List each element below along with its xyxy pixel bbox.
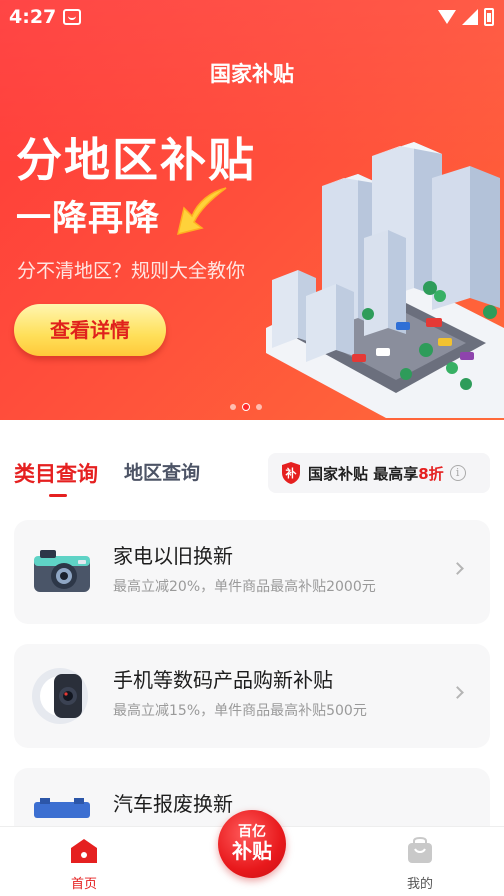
- tab-region-query[interactable]: 地区查询: [124, 458, 200, 485]
- car-icon: [34, 798, 90, 818]
- badge-discount: 8折: [418, 464, 444, 483]
- active-tab-indicator: [49, 494, 67, 497]
- chevron-right-icon: [451, 686, 464, 699]
- nav-mine-label: 我的: [406, 877, 433, 892]
- carousel-dot[interactable]: [256, 404, 262, 410]
- page-title: 国家补贴: [210, 62, 294, 86]
- card-subtitle: 最高立减20%，单件商品最高补贴2000元: [113, 579, 376, 595]
- carousel-indicator: [230, 403, 262, 411]
- wifi-icon: [438, 10, 456, 24]
- shield-icon: 补: [282, 462, 300, 484]
- subsidy-center-button[interactable]: 百亿 补贴: [218, 810, 286, 878]
- banner-subheadline: 一降再降: [16, 199, 161, 239]
- view-details-button[interactable]: 查看详情: [14, 304, 166, 356]
- banner-description: 分不清地区？规则大全教你: [17, 260, 246, 282]
- shopping-bag-icon: [63, 9, 81, 25]
- card-title: 手机等数码产品购新补贴: [113, 668, 333, 692]
- status-bar: 4:27: [0, 0, 504, 34]
- query-tabs: 类目查询 地区查询 补 国家补贴 最高享 8折 i: [0, 420, 504, 508]
- category-card-digital[interactable]: 手机等数码产品购新补贴 最高立减15%，单件商品最高补贴500元: [14, 644, 490, 748]
- nav-home-label: 首页: [70, 877, 97, 892]
- subsidy-badge[interactable]: 补 国家补贴 最高享 8折 i: [268, 453, 490, 493]
- camera-icon: [34, 550, 90, 592]
- status-time: 4:27: [9, 6, 57, 28]
- info-icon[interactable]: i: [449, 465, 466, 481]
- home-icon: [71, 839, 97, 863]
- bag-icon: [408, 836, 432, 863]
- hero-banner[interactable]: 4:27 国家补贴 分地区补贴 一降再降 分不清地区？规则大全教你 查看详情: [0, 0, 504, 420]
- battery-icon: [484, 8, 494, 26]
- status-icons: [438, 8, 494, 26]
- city-illustration: [266, 142, 504, 418]
- shield-label: 补: [285, 466, 297, 480]
- tab-category-query[interactable]: 类目查询: [14, 458, 98, 488]
- subsidy-center-line2: 补贴: [232, 839, 272, 863]
- phone-camera-icon: [32, 668, 88, 724]
- nav-home[interactable]: 首页: [54, 837, 114, 892]
- banner-headline: 分地区补贴: [16, 133, 256, 187]
- nav-mine[interactable]: 我的: [390, 836, 450, 892]
- category-card-appliance[interactable]: 家电以旧换新 最高立减20%，单件商品最高补贴2000元: [14, 520, 490, 624]
- card-title: 家电以旧换新: [113, 544, 233, 568]
- signal-icon: [462, 9, 478, 25]
- badge-text: 国家补贴 最高享: [308, 464, 419, 483]
- subsidy-center-line1: 百亿: [238, 824, 266, 840]
- down-arrow-icon: [176, 187, 227, 236]
- carousel-dot-active[interactable]: [242, 403, 250, 411]
- chevron-right-icon: [451, 562, 464, 575]
- carousel-dot[interactable]: [230, 404, 236, 410]
- card-subtitle: 最高立减15%，单件商品最高补贴500元: [113, 703, 367, 719]
- card-title: 汽车报废换新: [113, 792, 233, 816]
